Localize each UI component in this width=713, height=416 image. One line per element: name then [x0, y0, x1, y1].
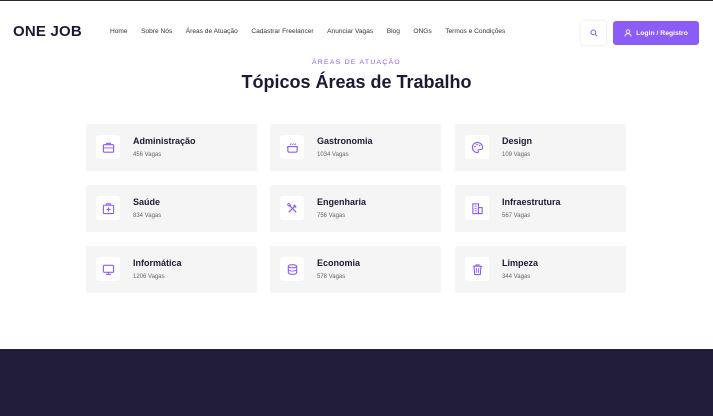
- category-count: 344 Vagas: [502, 274, 531, 280]
- category-count: 567 Vagas: [502, 213, 531, 219]
- category-card-limpeza[interactable]: Limpeza 344 Vagas: [455, 246, 626, 293]
- palette-icon: [465, 135, 489, 159]
- category-name: Design: [502, 136, 533, 146]
- category-name: Saúde: [133, 197, 161, 207]
- category-count: 578 Vagas: [317, 274, 346, 280]
- category-count: 1206 Vagas: [133, 274, 165, 280]
- nav-areas-de-atuacao[interactable]: Áreas de Atuação: [186, 28, 238, 35]
- category-count: 834 Vagas: [133, 213, 162, 219]
- category-card-administracao[interactable]: Administração 456 Vagas: [86, 124, 257, 171]
- category-count: 1034 Vagas: [317, 152, 349, 158]
- nav-sobre-nos[interactable]: Sobre Nós: [141, 28, 172, 35]
- category-card-saude[interactable]: Saúde 834 Vagas: [86, 185, 257, 232]
- main-nav: Home Sobre Nós Áreas de Atuação Cadastra…: [110, 28, 519, 35]
- trash-icon: [465, 257, 489, 281]
- search-button[interactable]: [581, 21, 606, 45]
- monitor-icon: [96, 257, 120, 281]
- search-icon: [589, 29, 598, 37]
- section-eyebrow: ÁREAS DE ATUAÇÃO: [311, 59, 402, 66]
- coins-icon: [280, 257, 304, 281]
- category-name: Economia: [317, 258, 361, 268]
- building-icon: [465, 196, 489, 220]
- login-button[interactable]: Login / Registro: [613, 21, 699, 45]
- site-footer: [0, 349, 713, 416]
- nav-cadastrar-freelancer[interactable]: Cadastrar Freelancer: [251, 28, 313, 35]
- login-label: Login / Registro: [636, 29, 688, 37]
- category-count: 756 Vagas: [317, 213, 346, 219]
- user-icon: [624, 29, 632, 37]
- category-card-design[interactable]: Design 109 Vagas: [455, 124, 626, 171]
- nav-termos[interactable]: Termos e Condições: [445, 28, 505, 35]
- category-name: Infraestrutura: [502, 197, 561, 207]
- category-name: Gastronomia: [317, 136, 373, 146]
- nav-ongs[interactable]: ONGs: [413, 28, 431, 35]
- medical-kit-icon: [96, 196, 120, 220]
- site-header: ONE JOB Home Sobre Nós Áreas de Atuação …: [0, 1, 713, 57]
- category-name: Engenharia: [317, 197, 367, 207]
- category-card-gastronomia[interactable]: Gastronomia 1034 Vagas: [270, 124, 441, 171]
- category-name: Administração: [133, 136, 196, 146]
- category-name: Informática: [133, 258, 182, 268]
- category-card-informatica[interactable]: Informática 1206 Vagas: [86, 246, 257, 293]
- nav-home[interactable]: Home: [110, 28, 128, 35]
- category-card-economia[interactable]: Economia 578 Vagas: [270, 246, 441, 293]
- category-count: 456 Vagas: [133, 152, 162, 158]
- category-name: Limpeza: [502, 258, 539, 268]
- category-count: 109 Vagas: [502, 152, 531, 158]
- category-card-infraestrutura[interactable]: Infraestrutura 567 Vagas: [455, 185, 626, 232]
- tools-icon: [280, 196, 304, 220]
- cooking-pot-icon: [280, 135, 304, 159]
- nav-anunciar-vagas[interactable]: Anunciar Vagas: [327, 28, 373, 35]
- nav-blog[interactable]: Blog: [387, 28, 400, 35]
- section-title: Tópicos Áreas de Trabalho: [241, 72, 472, 92]
- logo[interactable]: ONE JOB: [13, 23, 82, 40]
- category-card-engenharia[interactable]: Engenharia 756 Vagas: [270, 185, 441, 232]
- briefcase-icon: [96, 135, 120, 159]
